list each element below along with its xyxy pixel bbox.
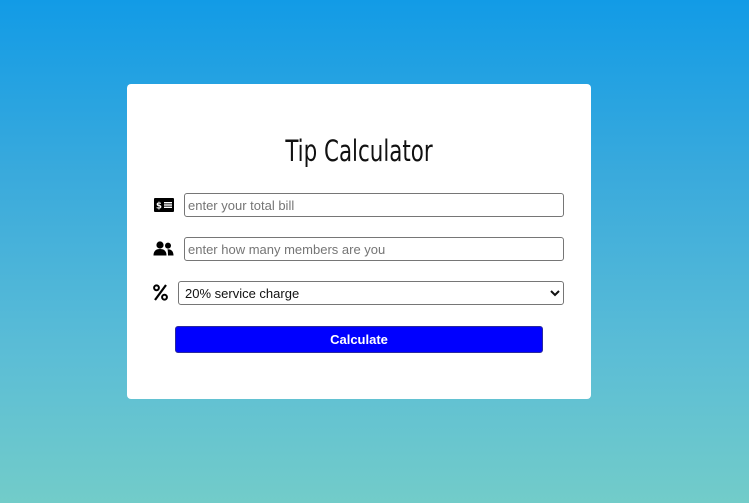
service-row: 20% service charge — [127, 281, 591, 305]
tip-calculator-card: Tip Calculator $ 20% service charge C — [127, 84, 591, 399]
calculate-button[interactable]: Calculate — [175, 326, 543, 353]
bill-row: $ — [127, 193, 591, 217]
svg-text:$: $ — [156, 202, 162, 212]
users-icon — [153, 241, 174, 256]
page-title: Tip Calculator — [285, 134, 433, 168]
service-charge-select[interactable]: 20% service charge — [178, 281, 564, 305]
percent-icon — [153, 284, 168, 301]
bill-input[interactable] — [184, 193, 564, 217]
money-bill-icon: $ — [154, 198, 174, 212]
members-input[interactable] — [184, 237, 564, 261]
members-row — [127, 237, 591, 261]
